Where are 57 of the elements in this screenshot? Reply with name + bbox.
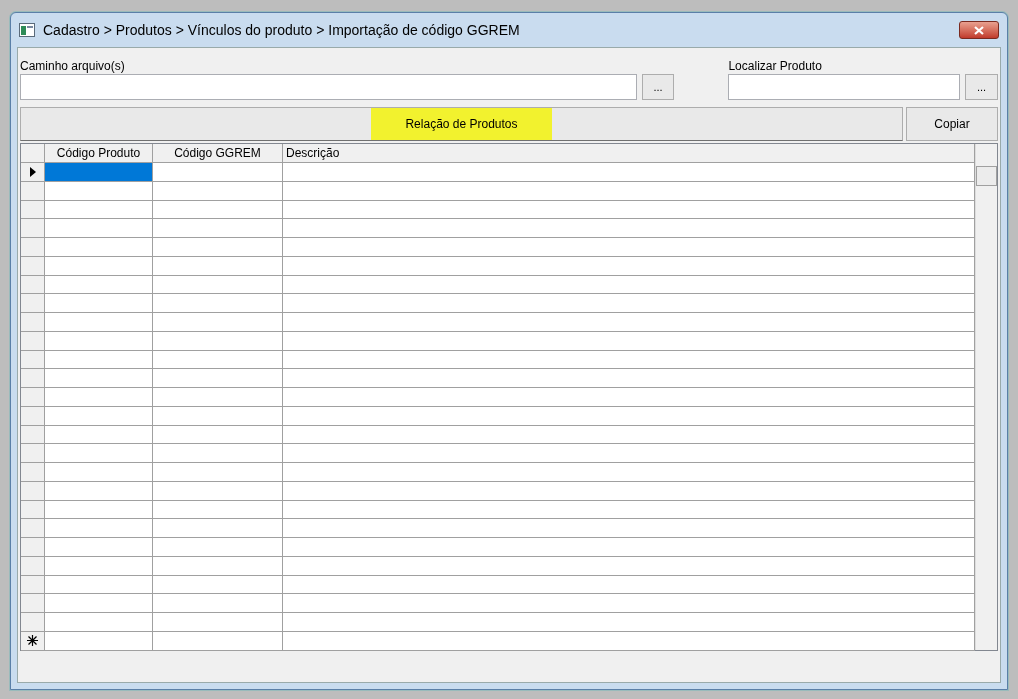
table-cell[interactable] [45,444,153,462]
new-row-icon [27,635,38,647]
table-cell[interactable] [283,613,975,631]
table-cell[interactable] [153,388,283,406]
close-button[interactable] [959,21,999,39]
column-header[interactable]: Descrição [283,144,975,162]
table-cell[interactable] [153,444,283,462]
table-cell[interactable] [45,219,153,237]
table-cell[interactable] [45,463,153,481]
table-cell[interactable] [283,369,975,387]
browse-button[interactable]: ... [641,74,675,100]
table-cell[interactable] [283,463,975,481]
window-icon [19,23,35,37]
browse-button[interactable]: ... [965,74,998,100]
table-cell[interactable] [153,538,283,556]
table-cell[interactable] [153,594,283,612]
table-cell[interactable] [153,369,283,387]
table-cell[interactable] [45,613,153,631]
table-cell[interactable] [45,294,153,312]
table-cell[interactable] [153,238,283,256]
scrollbar-thumb[interactable] [976,166,997,186]
copy-button[interactable]: Copiar [906,107,998,141]
table-cell[interactable] [45,594,153,612]
field-label: Caminho arquivo(s) [20,58,126,74]
table-cell[interactable] [45,313,153,331]
table-cell[interactable] [45,519,153,537]
table-cell[interactable] [153,519,283,537]
table-cell[interactable] [283,388,975,406]
column-header[interactable]: Código Produto [45,144,153,162]
table-cell[interactable] [45,369,153,387]
table-cell[interactable] [45,388,153,406]
table-cell[interactable] [153,463,283,481]
product-list-button[interactable]: Relação de Produtos [20,107,903,141]
scrollbar[interactable] [975,144,997,650]
table-cell[interactable] [283,238,975,256]
column-header[interactable]: Código GGREM [153,144,283,162]
table-cell[interactable] [283,294,975,312]
table-cell[interactable] [283,313,975,331]
table-cell[interactable] [153,313,283,331]
close-icon [974,25,984,35]
table-cell[interactable] [283,594,975,612]
table-cell[interactable] [283,519,975,537]
table-cell[interactable] [283,444,975,462]
table-cell[interactable] [283,538,975,556]
table-cell[interactable] [45,163,153,181]
product-search-field[interactable] [728,74,961,100]
table-cell[interactable] [153,163,283,181]
table-cell[interactable] [153,219,283,237]
table-cell[interactable] [45,538,153,556]
table-cell[interactable] [153,613,283,631]
window-title: Cadastro > Produtos > Vínculos do produto > Importação de código GGREM [43,20,520,40]
table-cell[interactable] [153,294,283,312]
path-input-field[interactable] [20,74,637,100]
table-cell[interactable] [45,238,153,256]
field-label: Localizar Produto [728,58,823,74]
table-cell[interactable] [283,163,975,181]
table-cell[interactable] [283,219,975,237]
